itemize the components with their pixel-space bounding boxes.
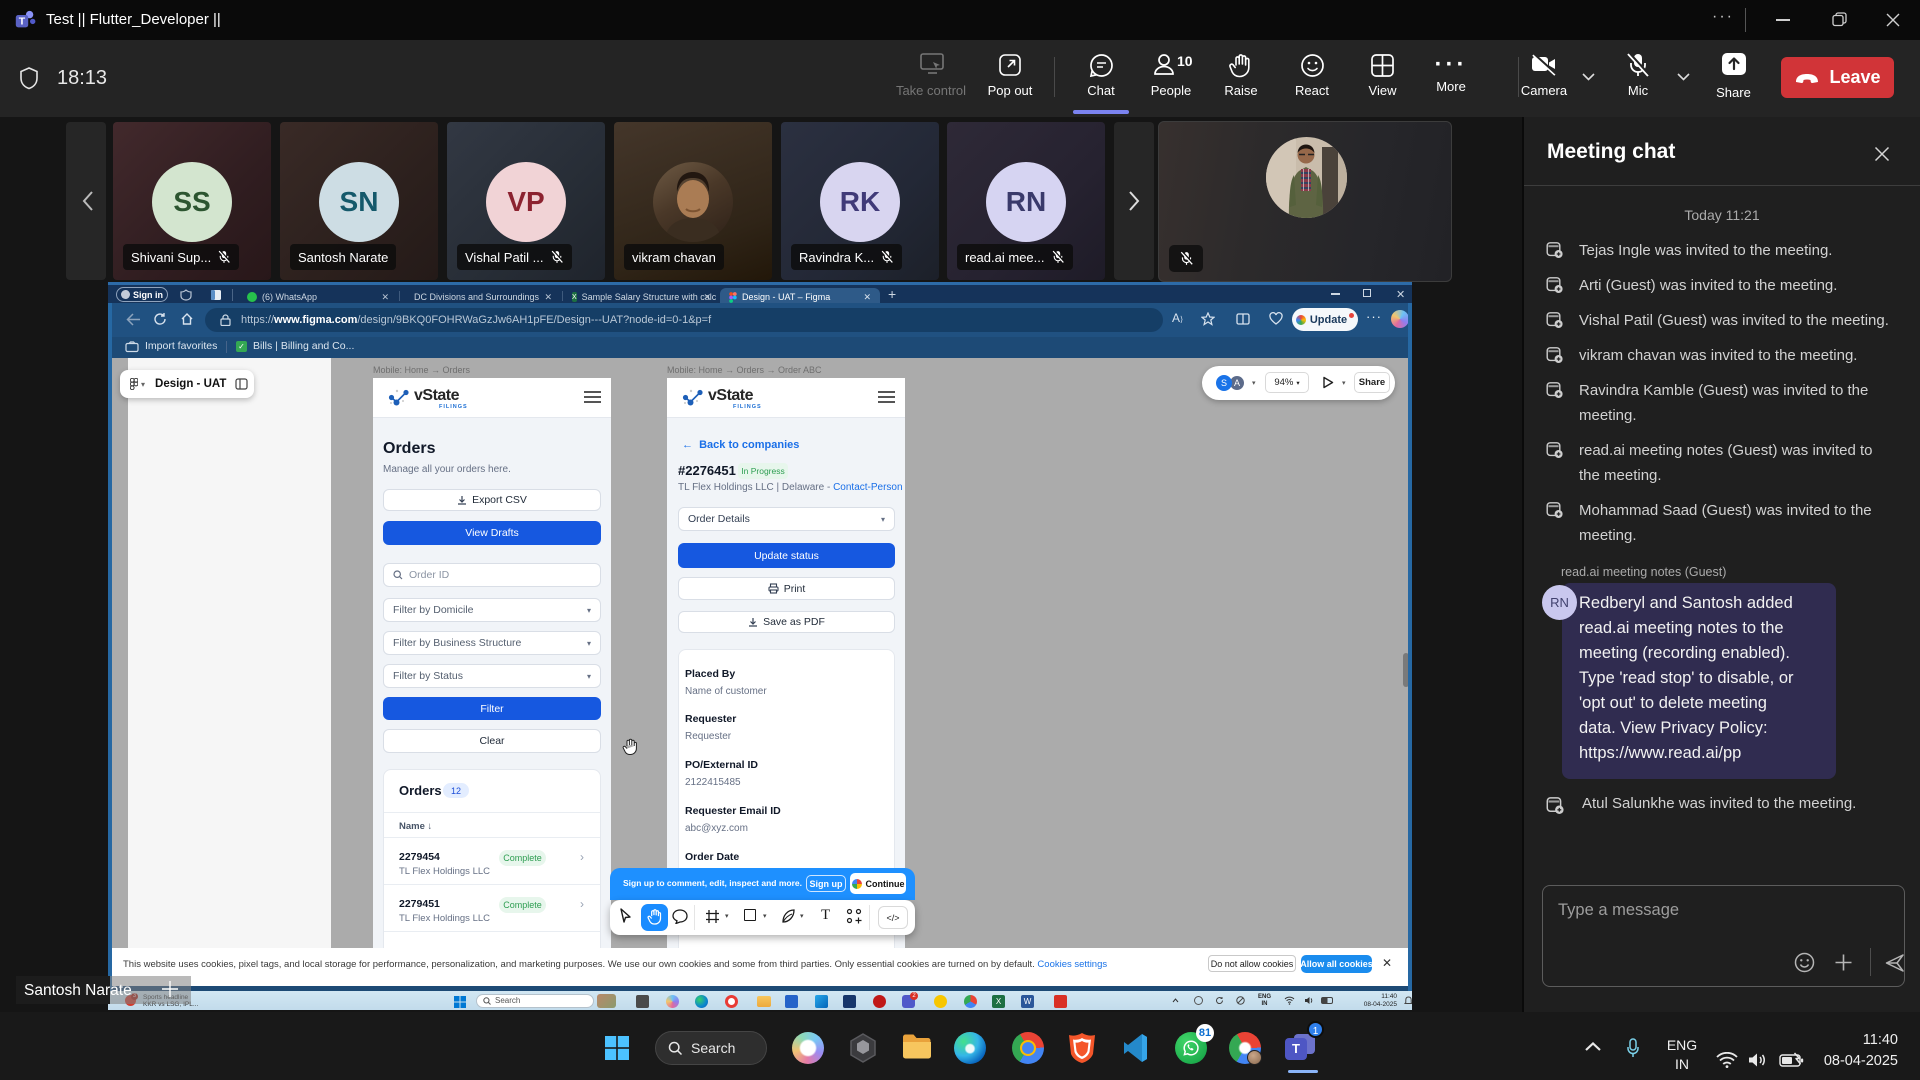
- svg-text:10: 10: [1177, 53, 1193, 69]
- svg-text:T: T: [19, 16, 26, 28]
